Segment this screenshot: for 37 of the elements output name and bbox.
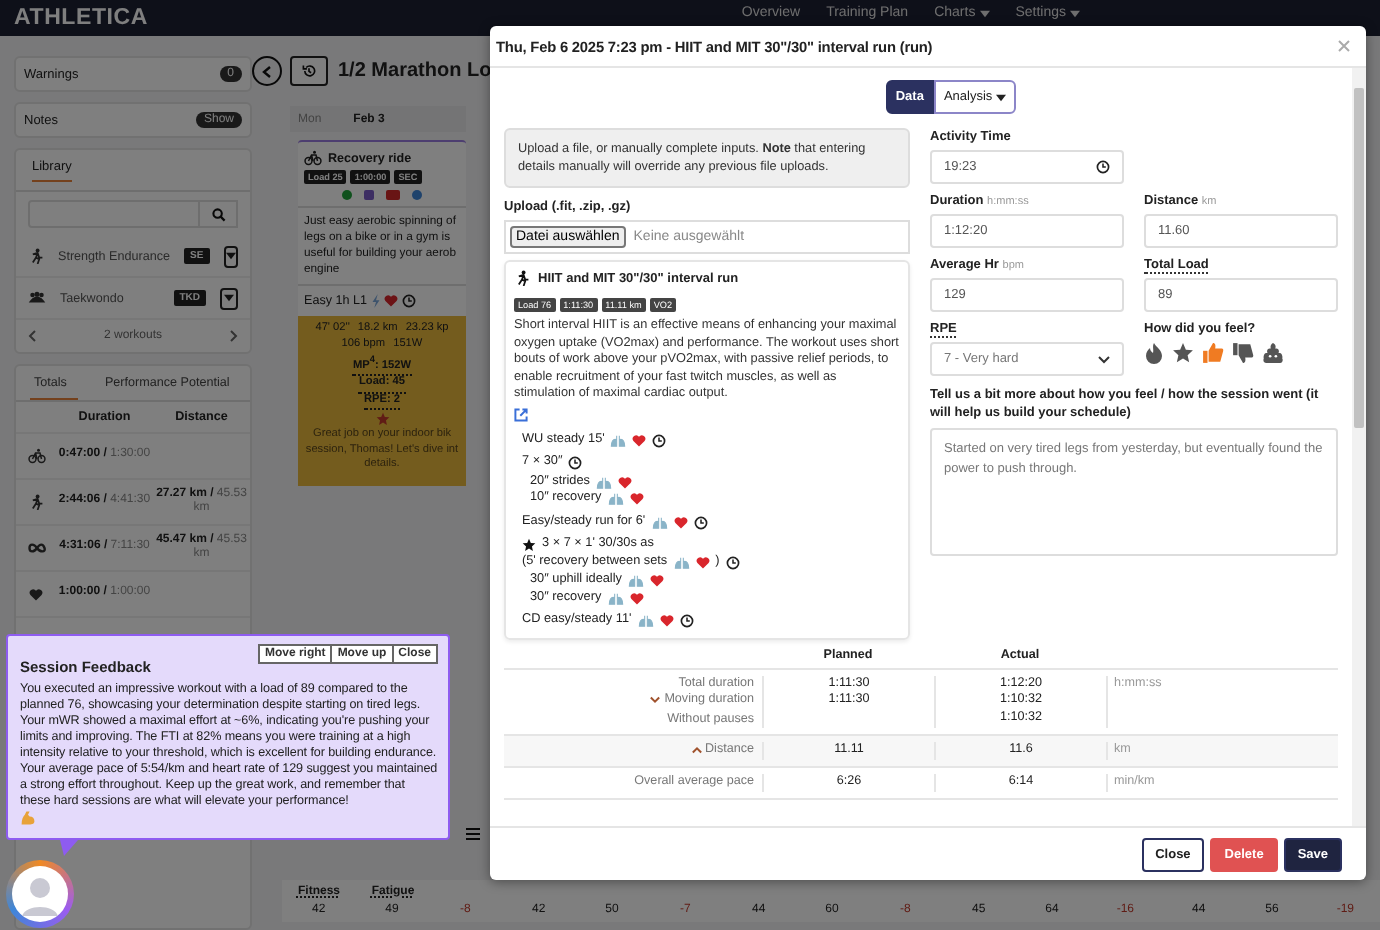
caret-icon bbox=[224, 294, 234, 302]
bolt-icon bbox=[371, 294, 380, 308]
star-icon bbox=[375, 412, 389, 427]
heart-icon bbox=[383, 294, 398, 308]
clock-icon bbox=[1096, 160, 1110, 174]
bicycle-icon bbox=[304, 150, 322, 166]
back-button[interactable] bbox=[252, 56, 282, 86]
flame-icon[interactable] bbox=[1144, 342, 1164, 364]
logo[interactable]: ATHLETICA bbox=[14, 6, 149, 30]
workout-card[interactable] bbox=[298, 140, 466, 486]
plan-title: 1/2 Marathon Lo bbox=[338, 60, 492, 82]
heart-icon bbox=[632, 433, 647, 448]
clock-icon bbox=[401, 294, 416, 308]
pile-icon[interactable] bbox=[1262, 342, 1284, 364]
heart-icon bbox=[673, 515, 688, 530]
search-button[interactable] bbox=[200, 200, 238, 228]
thumbs-up-icon[interactable] bbox=[1202, 342, 1224, 364]
chevron-left-icon[interactable] bbox=[28, 330, 36, 342]
menu-icon[interactable] bbox=[466, 828, 480, 840]
flexed-arm-icon bbox=[20, 810, 36, 826]
runner-icon bbox=[514, 270, 530, 286]
thumbs-down-icon[interactable] bbox=[1232, 342, 1254, 364]
heart-icon bbox=[695, 555, 710, 570]
search-icon bbox=[211, 207, 225, 221]
dropdown-button[interactable] bbox=[220, 287, 238, 309]
chevron-left-icon bbox=[262, 65, 272, 77]
chevron-down-icon bbox=[1098, 355, 1110, 363]
history-button[interactable] bbox=[290, 56, 328, 86]
dropdown-button[interactable] bbox=[223, 245, 238, 267]
external-link-icon[interactable] bbox=[514, 407, 528, 422]
caret-icon bbox=[225, 252, 236, 260]
history-icon bbox=[302, 64, 316, 78]
app-icon[interactable] bbox=[412, 190, 422, 200]
scrollbar[interactable] bbox=[1352, 68, 1366, 826]
app-icon[interactable] bbox=[342, 190, 352, 200]
chevron-right-icon[interactable] bbox=[229, 330, 238, 342]
star-icon[interactable] bbox=[1172, 342, 1194, 364]
